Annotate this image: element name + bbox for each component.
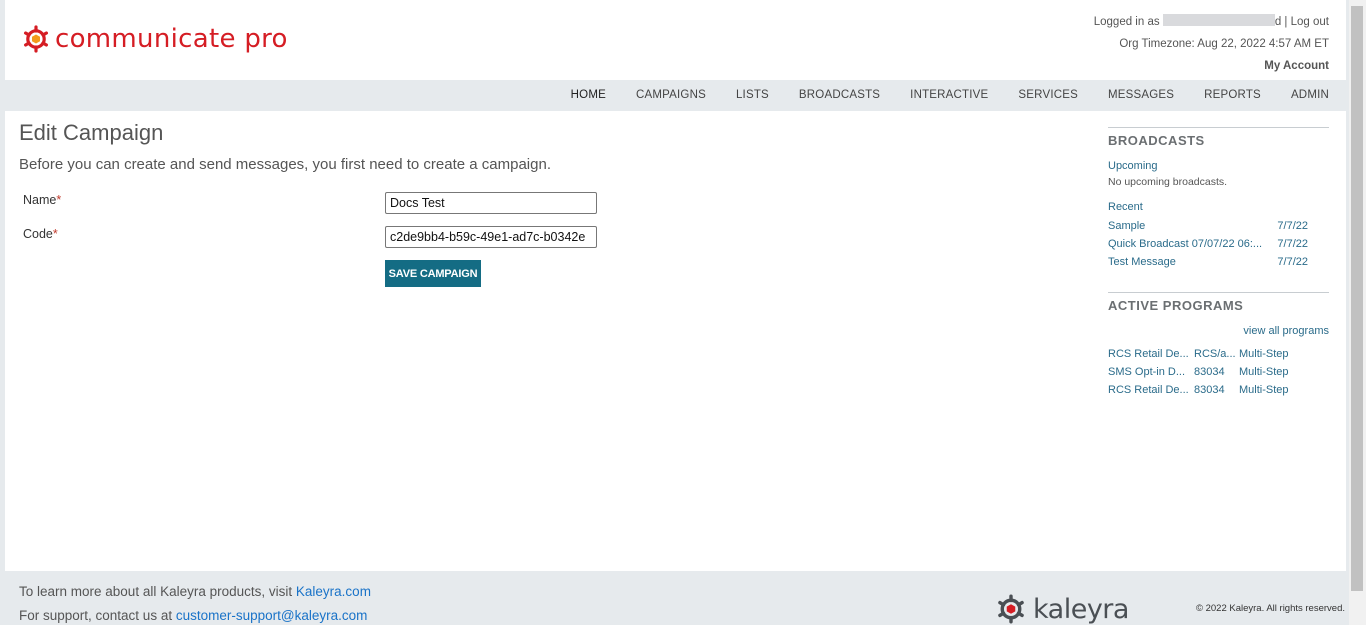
- logo-text: communicate pro: [55, 24, 288, 54]
- communicate-pro-logo-icon: [24, 25, 48, 53]
- code-field[interactable]: [385, 226, 597, 248]
- program-code: 83034: [1194, 366, 1225, 378]
- page-content: communicate pro Logged in as d | Log out…: [5, 0, 1346, 571]
- nav-lists[interactable]: LISTS: [736, 80, 769, 111]
- my-account-link[interactable]: My Account: [1264, 60, 1329, 72]
- program-row[interactable]: SMS Opt-in D... 83034 Multi-Step: [1108, 363, 1329, 381]
- nav-broadcasts[interactable]: BROADCASTS: [799, 80, 880, 111]
- name-label: Name*: [23, 193, 61, 207]
- broadcasts-heading: BROADCASTS: [1108, 127, 1329, 153]
- communicate-pro-logo[interactable]: communicate pro: [21, 24, 288, 54]
- redacted-username: [1162, 14, 1275, 26]
- nav-interactive[interactable]: INTERACTIVE: [910, 80, 988, 111]
- right-sidebar: BROADCASTS Upcoming No upcoming broadcas…: [1108, 127, 1329, 399]
- nav-campaigns[interactable]: CAMPAIGNS: [636, 80, 706, 111]
- nav-admin[interactable]: ADMIN: [1291, 80, 1329, 111]
- logout-link[interactable]: Log out: [1291, 16, 1329, 28]
- code-label-text: Code: [23, 227, 53, 241]
- active-programs-heading: ACTIVE PROGRAMS: [1108, 292, 1329, 318]
- username-tail: d: [1274, 16, 1282, 28]
- separator: |: [1284, 16, 1288, 28]
- code-label: Code*: [23, 227, 58, 241]
- kaleyra-site-link[interactable]: Kaleyra.com: [296, 584, 371, 599]
- broadcast-date: 7/7/22: [1277, 220, 1308, 232]
- program-type: Multi-Step: [1239, 366, 1289, 378]
- required-marker: *: [52, 227, 58, 241]
- footer-support: For support, contact us at customer-supp…: [19, 608, 367, 623]
- no-upcoming-text: No upcoming broadcasts.: [1108, 176, 1228, 188]
- main-nav: HOME CAMPAIGNS LISTS BROADCASTS INTERACT…: [5, 80, 1346, 111]
- program-name: SMS Opt-in D...: [1108, 366, 1186, 378]
- support-text: For support, contact us at: [19, 608, 173, 623]
- page-intro: Before you can create and send messages,…: [19, 156, 551, 173]
- view-all-programs-link[interactable]: view all programs: [1108, 325, 1329, 345]
- support-email-link[interactable]: customer-support@kaleyra.com: [176, 608, 368, 623]
- program-type: Multi-Step: [1239, 348, 1289, 360]
- program-type: Multi-Step: [1239, 384, 1289, 396]
- nav-home[interactable]: HOME: [571, 80, 606, 111]
- footer-learn-more: To learn more about all Kaleyra products…: [19, 584, 371, 599]
- nav-messages[interactable]: MESSAGES: [1108, 80, 1174, 111]
- name-field[interactable]: [385, 192, 597, 214]
- program-code: RCS/a...: [1194, 348, 1236, 360]
- kaleyra-logo: kaleyra: [995, 593, 1129, 625]
- broadcast-name: Test Message: [1108, 256, 1176, 268]
- required-marker: *: [56, 193, 62, 207]
- kaleyra-wordmark: kaleyra: [1033, 593, 1129, 625]
- page-title: Edit Campaign: [19, 120, 164, 145]
- kaleyra-logo-icon: [998, 594, 1024, 624]
- broadcast-name: Quick Broadcast 07/07/22 06:...: [1108, 238, 1263, 250]
- broadcast-date: 7/7/22: [1277, 238, 1308, 250]
- nav-reports[interactable]: REPORTS: [1204, 80, 1261, 111]
- broadcast-name: Sample: [1108, 220, 1146, 232]
- program-code: 83034: [1194, 384, 1225, 396]
- save-campaign-button[interactable]: SAVE CAMPAIGN: [385, 260, 481, 287]
- recent-link[interactable]: Recent: [1108, 201, 1329, 217]
- broadcast-date: 7/7/22: [1277, 256, 1308, 268]
- scrollbar-thumb[interactable]: [1351, 6, 1363, 591]
- user-info: Logged in as d | Log out Org Timezone: A…: [1094, 14, 1329, 80]
- recent-broadcast-row[interactable]: Test Message 7/7/22: [1108, 253, 1308, 271]
- copyright: © 2022 Kaleyra. All rights reserved.: [1195, 603, 1345, 614]
- vertical-scrollbar[interactable]: [1349, 0, 1366, 625]
- program-name: RCS Retail De...: [1108, 348, 1189, 360]
- learn-more-text: To learn more about all Kaleyra products…: [19, 584, 293, 599]
- program-name: RCS Retail De...: [1108, 384, 1189, 396]
- program-row[interactable]: RCS Retail De... RCS/a... Multi-Step: [1108, 345, 1329, 363]
- org-timezone: Org Timezone: Aug 22, 2022 4:57 AM ET: [1119, 38, 1329, 50]
- upcoming-link[interactable]: Upcoming: [1108, 160, 1329, 176]
- program-row[interactable]: RCS Retail De... 83034 Multi-Step: [1108, 381, 1329, 399]
- name-label-text: Name: [23, 193, 57, 207]
- logged-in-label: Logged in as: [1093, 16, 1160, 28]
- recent-broadcast-row[interactable]: Sample 7/7/22: [1108, 217, 1308, 235]
- nav-services[interactable]: SERVICES: [1018, 80, 1078, 111]
- recent-broadcast-row[interactable]: Quick Broadcast 07/07/22 06:... 7/7/22: [1108, 235, 1308, 253]
